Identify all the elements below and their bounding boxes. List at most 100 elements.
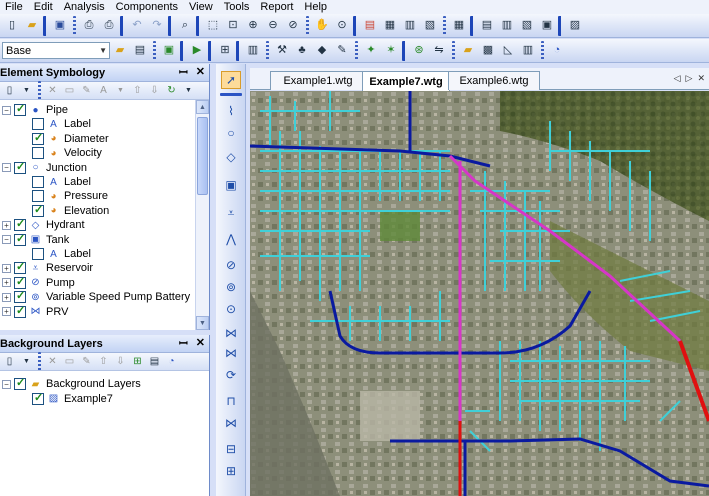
pan-icon[interactable]: ✋ — [313, 17, 331, 35]
energy-cost-icon[interactable]: ▰ — [459, 42, 477, 60]
expand-icon[interactable]: + — [2, 307, 11, 317]
print-preview-icon[interactable]: ⎙ — [80, 17, 98, 35]
prototypes-icon[interactable]: ⚒ — [273, 42, 291, 60]
collapse-icon[interactable]: − — [2, 235, 11, 245]
visibility-checkbox[interactable] — [14, 217, 26, 232]
chevron-down-icon[interactable]: ▼ — [19, 83, 34, 98]
reservoir-tool-icon[interactable]: ⩡ — [221, 204, 241, 222]
help-icon[interactable]: ◔ — [548, 42, 566, 60]
scroll-thumb[interactable] — [197, 117, 208, 195]
tank-tool-icon[interactable]: ▣ — [221, 176, 241, 194]
symbology-item-row[interactable]: ◕ Diameter — [20, 131, 109, 146]
symbology-item-row[interactable]: − ▣ Tank — [2, 232, 69, 247]
visibility-checkbox[interactable] — [32, 176, 44, 188]
tab-example7[interactable]: Example7.wtg — [362, 71, 450, 91]
controls-icon[interactable]: ◆ — [313, 42, 331, 60]
visibility-checkbox[interactable] — [32, 391, 44, 405]
move-down-icon[interactable]: ⇩ — [113, 354, 128, 369]
fcv-tool-icon[interactable]: ⟳ — [221, 366, 241, 384]
symbology-item-row[interactable]: ◕ Velocity — [20, 146, 102, 160]
fleximap-icon[interactable]: ▤ — [361, 17, 379, 35]
expand-icon[interactable]: + — [2, 278, 11, 288]
rename-icon[interactable]: ▭ — [62, 83, 77, 98]
rename-icon[interactable]: ▭ — [62, 354, 77, 369]
expand-icon[interactable]: + — [2, 292, 11, 302]
symbology-item-row[interactable]: A Label — [20, 117, 91, 131]
vsp-battery-tool-icon[interactable]: ⊚ — [221, 278, 241, 296]
zoom-out-icon[interactable]: ⊖ — [264, 17, 282, 35]
menu-tools[interactable]: Tools — [219, 0, 256, 14]
pipe-layout-icon[interactable]: ⌇ — [221, 102, 241, 120]
alternatives-icon[interactable]: ▤ — [131, 42, 149, 60]
visibility-checkbox[interactable] — [32, 248, 44, 260]
symbology-item-row[interactable]: − ● Pipe — [2, 102, 68, 117]
visibility-checkbox[interactable] — [32, 147, 44, 160]
results-icon[interactable]: ▥ — [244, 42, 262, 60]
isolation-valve-icon[interactable]: ⊟ — [221, 440, 241, 458]
chart-tool-icon[interactable]: ▥ — [519, 42, 537, 60]
patterns-icon[interactable]: ♣ — [293, 42, 311, 60]
menu-edit[interactable]: Edit — [29, 0, 59, 14]
tab-example6[interactable]: Example6.wtg — [448, 71, 540, 90]
move-up-icon[interactable]: ⇧ — [96, 354, 111, 369]
zoom-dropdown-icon[interactable]: ⊙ — [333, 17, 351, 35]
open-folder-icon[interactable]: ▰ — [23, 17, 41, 35]
darwin-designer-icon[interactable]: ✦ — [362, 42, 380, 60]
zoom-extents-icon[interactable]: ⊡ — [224, 17, 242, 35]
tab-example1[interactable]: Example1.wtg — [270, 71, 366, 90]
visibility-checkbox[interactable] — [32, 131, 44, 145]
darwin-calibrator-icon[interactable]: ✶ — [382, 42, 400, 60]
scenarios-icon[interactable]: ▰ — [111, 42, 129, 60]
menu-view[interactable]: View — [184, 0, 219, 14]
triangle-tool-icon[interactable]: ◺ — [499, 42, 517, 60]
spot-elevation-icon[interactable]: ⋀ — [221, 230, 241, 248]
symbology-item-row[interactable]: A Label — [20, 175, 91, 189]
property-grid-icon[interactable]: ▥ — [498, 17, 516, 35]
symbology-item-row[interactable]: − ○ Junction — [2, 160, 87, 175]
visibility-checkbox[interactable] — [14, 376, 26, 390]
symbology-item-row[interactable]: + ⊚ Variable Speed Pump Battery — [2, 289, 190, 304]
redo-icon[interactable]: ↷ — [148, 17, 166, 35]
scroll-left-icon[interactable]: ◁ — [674, 73, 681, 84]
new-file-icon[interactable]: ▯ — [3, 17, 21, 35]
window-icon[interactable]: ▣ — [538, 17, 556, 35]
new-icon[interactable]: ▯ — [2, 354, 17, 369]
print-icon[interactable]: ⎙ — [100, 17, 118, 35]
select-area-icon[interactable]: ⬚ — [204, 17, 222, 35]
annotation-icon[interactable]: A — [96, 83, 111, 98]
menu-file[interactable]: File — [0, 0, 29, 14]
tcv-tool-icon[interactable]: ⊓ — [221, 392, 241, 410]
visibility-checkbox[interactable] — [32, 190, 44, 203]
skelebrator-icon[interactable]: ⊛ — [410, 42, 428, 60]
chevron-down-icon[interactable]: ▼ — [19, 354, 34, 369]
visibility-checkbox[interactable] — [14, 232, 26, 246]
hydropneumatic-tank-icon[interactable]: ⊞ — [221, 462, 241, 480]
delete-icon[interactable]: ✕ — [45, 83, 60, 98]
menu-help[interactable]: Help — [299, 0, 333, 14]
scroll-up-icon[interactable]: ▲ — [196, 100, 209, 114]
visibility-checkbox[interactable] — [32, 203, 44, 217]
zones-icon[interactable]: ✎ — [333, 42, 351, 60]
scenario-select[interactable]: Base ▼ — [2, 42, 110, 59]
delete-icon[interactable]: ✕ — [45, 354, 60, 369]
expand-icon[interactable]: + — [2, 263, 11, 273]
symbology-item-row[interactable]: ◕ Elevation — [20, 203, 109, 218]
layout-icon[interactable]: ▧ — [518, 17, 536, 35]
edit-icon[interactable]: ✎ — [79, 83, 94, 98]
symbology-item-row[interactable]: ◕ Pressure — [20, 189, 108, 203]
background-layer-item-row[interactable]: − ▰ Background Layers — [2, 376, 141, 391]
visibility-checkbox[interactable] — [14, 102, 26, 116]
flextable-icon[interactable]: ▦ — [381, 17, 399, 35]
save-icon[interactable]: ▣ — [51, 17, 69, 35]
prv-tool-icon[interactable]: ⋈ — [221, 324, 241, 342]
pump-tool-icon[interactable]: ⊘ — [221, 256, 241, 274]
symbology-item-row[interactable]: + ⋈ PRV — [2, 304, 68, 319]
add-layer-icon[interactable]: ⊞ — [130, 354, 145, 369]
symbology-item-row[interactable]: + ⊘ Pump — [2, 275, 75, 290]
validate-icon[interactable]: ▣ — [160, 42, 178, 60]
visibility-checkbox[interactable] — [14, 260, 26, 275]
hydrant-tool-icon[interactable]: ◇ — [221, 148, 241, 166]
profile-icon[interactable]: ▧ — [421, 17, 439, 35]
pressure-zone-icon[interactable]: ▩ — [479, 42, 497, 60]
symbology-item-row[interactable]: A Label — [20, 247, 91, 261]
